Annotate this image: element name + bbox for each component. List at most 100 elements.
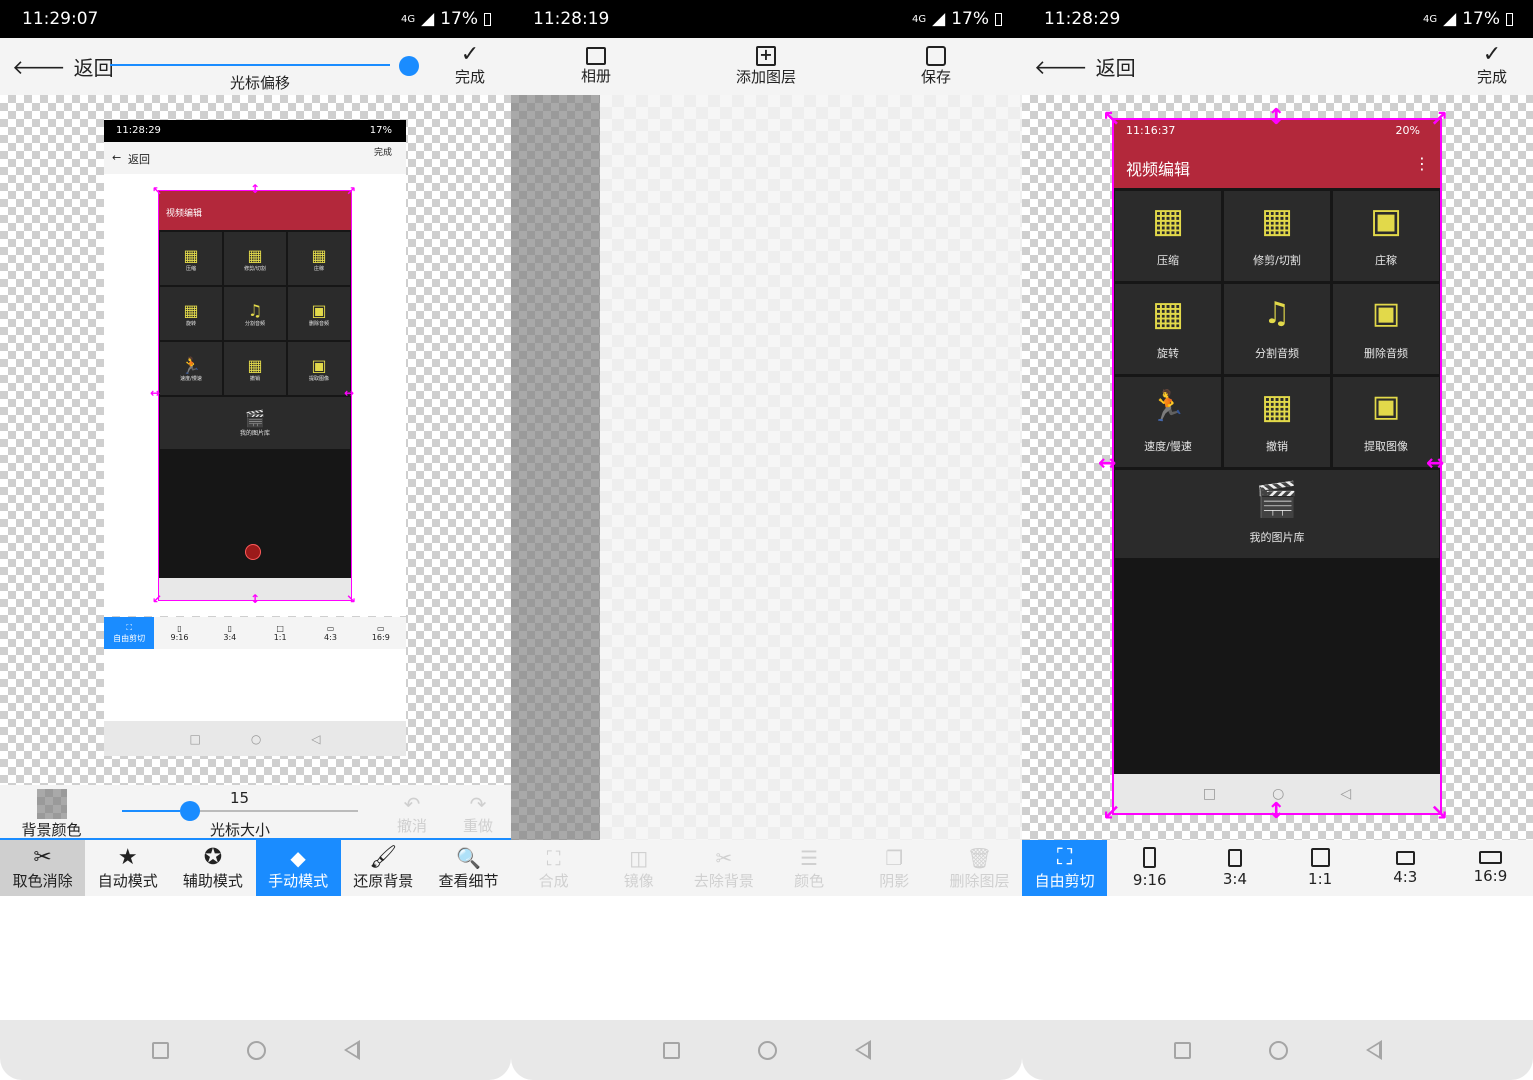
battery-level: 17% bbox=[440, 9, 478, 29]
tool-assist-mode[interactable]: ✪ 辅助模式 bbox=[170, 840, 255, 896]
tool-color[interactable]: ☰ 颜色 bbox=[767, 840, 852, 896]
inner-battery: 17% bbox=[369, 125, 392, 136]
handle-right[interactable]: ↔ bbox=[344, 386, 354, 400]
tool-mirror[interactable]: ◫ 镜像 bbox=[596, 840, 681, 896]
handle-top[interactable]: ↕ bbox=[1267, 105, 1285, 130]
inner-white-area bbox=[104, 649, 406, 721]
done-button[interactable]: ✓ 完成 bbox=[1472, 44, 1512, 87]
canvas-area[interactable]: 11:28:29 17% ← 返回 完成 视频编辑 ▦ 压缩 ▦ 修剪/切割 ▦ 庄稼… bbox=[0, 95, 511, 785]
handle-top-right[interactable]: ↗ bbox=[346, 184, 356, 198]
tool-label: 去除背景 bbox=[693, 871, 754, 890]
portrait-icon bbox=[1227, 848, 1242, 867]
cursor-size-label: 光标大小 bbox=[209, 821, 270, 839]
handle-top-right[interactable]: ↗ bbox=[1430, 107, 1448, 132]
handle-right[interactable]: ↔ bbox=[1426, 451, 1444, 476]
crop-1-1[interactable]: 1:1 bbox=[1278, 840, 1363, 896]
tool-compose[interactable]: ⛶ 合成 bbox=[511, 840, 596, 896]
crop-canvas[interactable]: 11:16:37 20% 视频编辑 ⋮ ▦ 压缩 ▦ 修剪/切割 ▣ 庄稼 ▦ 旋转 ♫… bbox=[1022, 95, 1533, 840]
back-label: 返回 bbox=[1095, 56, 1136, 80]
tool-restore-bg[interactable]: 🖌 还原背景 bbox=[341, 840, 426, 896]
handle-top[interactable]: ↕ bbox=[250, 182, 260, 196]
redo-button[interactable]: ↷ 重做 bbox=[458, 793, 498, 836]
handle-left[interactable]: ↔ bbox=[1098, 451, 1116, 476]
scissors-icon: ✂ bbox=[33, 844, 52, 870]
tool-manual-mode[interactable]: ◆ 手动模式 bbox=[255, 840, 341, 896]
handle-bottom-right[interactable]: ↘ bbox=[346, 592, 356, 606]
save-icon bbox=[926, 46, 946, 66]
crop-9-16[interactable]: 9:16 bbox=[1107, 840, 1192, 896]
undo-icon: ↶ bbox=[403, 792, 421, 816]
battery-icon bbox=[995, 12, 1002, 26]
inner-crop-3-4: ▯ 3:4 bbox=[223, 624, 237, 642]
tool-delete-layer[interactable]: 🗑 删除图层 bbox=[937, 840, 1022, 896]
tool-color-erase[interactable]: ✂ 取色消除 bbox=[0, 840, 86, 896]
layer-canvas[interactable] bbox=[600, 95, 1022, 840]
add-layer-icon: + bbox=[756, 46, 776, 66]
crop-label: 9:16 bbox=[1132, 871, 1167, 889]
top-toolbar: 🡐 返回 ✓ 完成 bbox=[1022, 38, 1533, 95]
cursor-size-track[interactable] bbox=[190, 810, 358, 812]
nav-home-icon[interactable] bbox=[1268, 1040, 1288, 1060]
inner-crop-9-16: ▯ 9:16 bbox=[170, 624, 189, 642]
inner-arrow-left-icon: ← bbox=[112, 151, 122, 164]
search-icon: 🔍 bbox=[455, 845, 481, 870]
handle-top-left[interactable]: ↖ bbox=[152, 184, 162, 198]
tool-label: 自动模式 bbox=[97, 871, 158, 890]
nav-recents-icon[interactable] bbox=[151, 1041, 169, 1059]
crop-ratio-bar: ⛶ 自由剪切 9:16 3:4 1:1 4:3 16:9 bbox=[1022, 840, 1533, 896]
tool-label: 阴影 bbox=[879, 871, 910, 890]
done-label: 完成 bbox=[454, 68, 485, 86]
layer-tool-bar: ⛶ 合成 ◫ 镜像 ✂ 去除背景 ☰ 颜色 ❐ 阴影 🗑 删除图层 bbox=[511, 840, 1022, 896]
handle-top-left[interactable]: ↖ bbox=[1102, 107, 1120, 132]
back-button[interactable]: 🡐 返回 bbox=[1034, 52, 1136, 81]
handle-left[interactable]: ↔ bbox=[150, 386, 160, 400]
nav-home-icon[interactable] bbox=[246, 1040, 266, 1060]
status-right: 4G ◢ 17% bbox=[912, 9, 1002, 29]
inner-navbar: □ ○ ◁ bbox=[104, 721, 406, 756]
tool-view-detail[interactable]: 🔍 查看细节 bbox=[426, 840, 511, 896]
handle-bottom[interactable]: ↕ bbox=[250, 592, 260, 606]
back-button[interactable]: 🡐 返回 bbox=[12, 52, 114, 81]
battery-icon bbox=[1506, 12, 1513, 26]
nav-back-icon[interactable] bbox=[854, 1040, 871, 1060]
battery-level: 17% bbox=[951, 9, 989, 29]
crop-label: 4:3 bbox=[1393, 867, 1418, 886]
save-button[interactable]: 保存 bbox=[911, 38, 961, 95]
nav-back-icon[interactable] bbox=[1365, 1040, 1382, 1060]
crop-3-4[interactable]: 3:4 bbox=[1192, 840, 1277, 896]
bg-color-button[interactable]: 背景颜色 bbox=[14, 789, 89, 840]
tool-auto-mode[interactable]: ★ 自动模式 bbox=[85, 840, 170, 896]
nav-back-icon[interactable] bbox=[343, 1040, 360, 1060]
nav-home-icon[interactable] bbox=[757, 1040, 777, 1060]
crop-free[interactable]: ⛶ 自由剪切 bbox=[1022, 840, 1108, 896]
status-right: 4G ◢ 17% bbox=[1423, 9, 1513, 29]
controls-row: 背景颜色 15 光标大小 ↶ 撤消 ↷ 重做 bbox=[0, 785, 511, 840]
cursor-size-thumb[interactable] bbox=[180, 801, 200, 821]
battery-icon bbox=[484, 12, 491, 26]
handle-bottom-right[interactable]: ↘ bbox=[1430, 801, 1448, 826]
tool-shadow[interactable]: ❐ 阴影 bbox=[852, 840, 937, 896]
undo-button[interactable]: ↶ 撤消 bbox=[392, 793, 432, 836]
tool-remove-bg[interactable]: ✂ 去除背景 bbox=[681, 840, 766, 896]
status-right: 4G ◢ 17% bbox=[401, 9, 491, 29]
crop-16-9[interactable]: 16:9 bbox=[1448, 840, 1533, 896]
battery-level: 17% bbox=[1462, 9, 1500, 29]
handle-bottom-left[interactable]: ↙ bbox=[152, 592, 162, 606]
cursor-size-value: 15 bbox=[230, 789, 250, 807]
crop-4-3[interactable]: 4:3 bbox=[1363, 840, 1448, 896]
status-bar: 11:28:29 4G ◢ 17% bbox=[1022, 0, 1533, 38]
nav-recents-icon[interactable] bbox=[662, 1041, 680, 1059]
system-navbar bbox=[511, 1020, 1022, 1080]
handle-bottom-left[interactable]: ↙ bbox=[1102, 801, 1120, 826]
network-type: 4G bbox=[912, 13, 927, 25]
done-button[interactable]: ✓ 完成 bbox=[450, 44, 490, 87]
undo-label: 撤消 bbox=[396, 817, 427, 835]
back-label: 返回 bbox=[73, 56, 114, 80]
nav-recents-icon[interactable] bbox=[1173, 1041, 1191, 1059]
album-button[interactable]: 相册 bbox=[571, 38, 621, 95]
bg-color-label: 背景颜色 bbox=[21, 821, 82, 839]
cursor-offset-thumb[interactable] bbox=[399, 56, 419, 76]
handle-bottom[interactable]: ↕ bbox=[1267, 799, 1285, 824]
cursor-offset-slider[interactable] bbox=[110, 64, 390, 66]
add-layer-button[interactable]: + 添加图层 bbox=[731, 38, 801, 95]
